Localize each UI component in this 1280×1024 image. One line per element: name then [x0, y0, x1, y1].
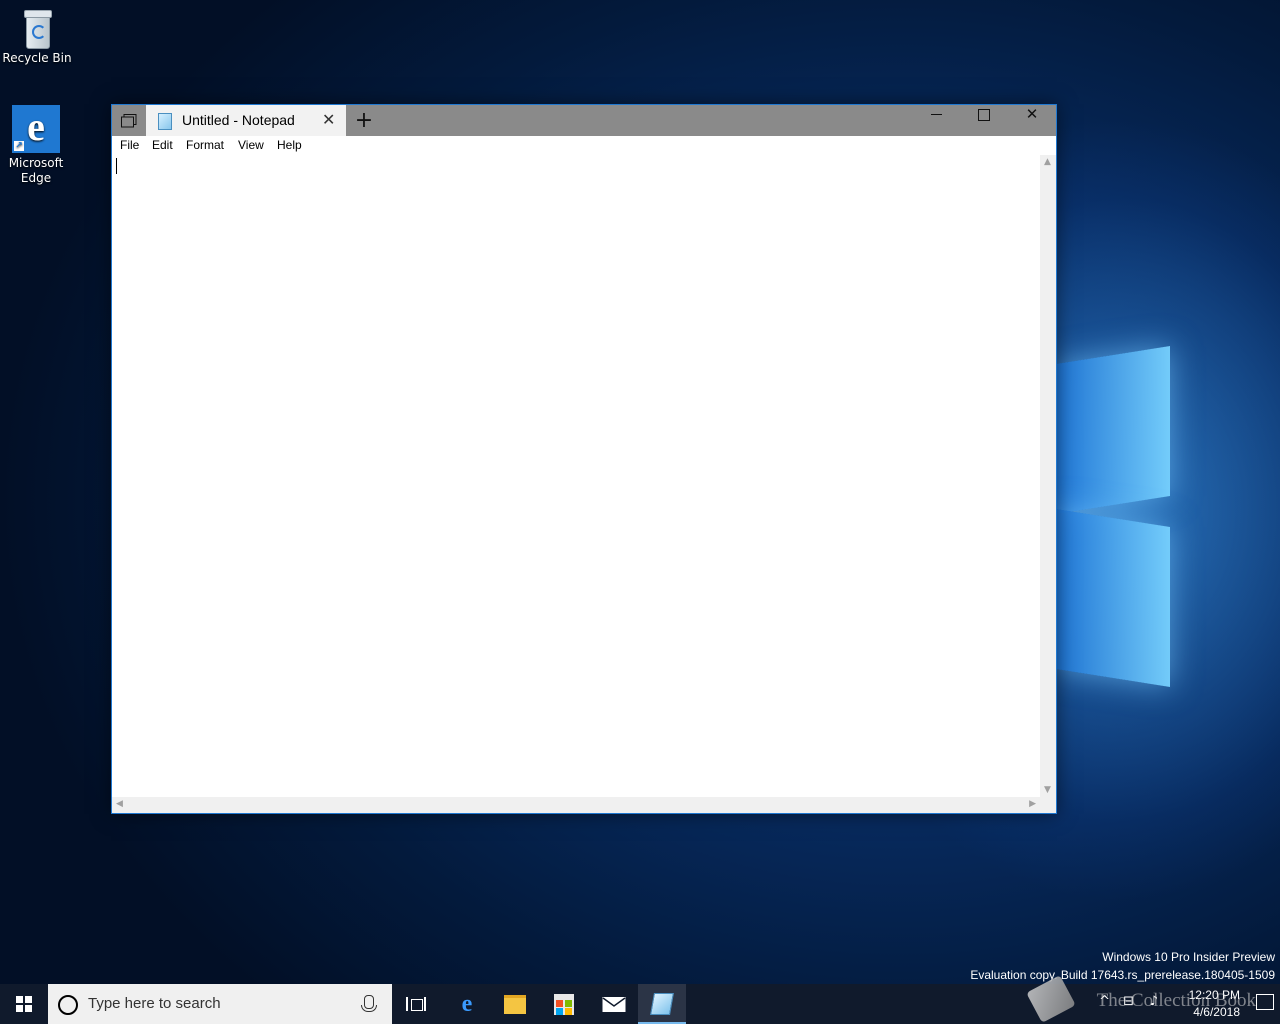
minimize-button[interactable]: [912, 105, 960, 136]
shortcut-arrow-icon: ↗: [14, 141, 24, 151]
menu-edit[interactable]: Edit: [152, 138, 173, 152]
horizontal-scrollbar[interactable]: ◀ ▶: [112, 797, 1040, 813]
menu-help[interactable]: Help: [277, 138, 302, 152]
scroll-left-icon[interactable]: ◀: [116, 799, 123, 809]
action-center-icon[interactable]: [1256, 994, 1274, 1010]
text-caret: [116, 158, 117, 174]
notepad-icon: [158, 113, 172, 130]
taskbar: Type here to search e ^ ⊟ ♪ 12:20 PM 4/6…: [0, 984, 1280, 1024]
maximize-button[interactable]: [960, 105, 1008, 136]
menu-bar: File Edit Format View Help: [112, 136, 1056, 155]
tab-title: Untitled - Notepad: [182, 112, 295, 128]
notepad-icon: [650, 993, 674, 1015]
file-explorer-icon: [504, 994, 526, 1014]
search-box[interactable]: Type here to search: [48, 984, 392, 1024]
close-icon: ✕: [1025, 105, 1039, 123]
cortana-icon: [58, 995, 78, 1015]
desktop-icon-label: Microsoft Edge: [8, 156, 64, 185]
mail-icon: [602, 997, 626, 1012]
windows-start-icon: [16, 996, 32, 1012]
new-tab-button[interactable]: +: [350, 107, 378, 134]
desktop-icon-label: Recycle Bin: [2, 51, 72, 65]
start-button[interactable]: [0, 984, 48, 1024]
tab-untitled-notepad[interactable]: Untitled - Notepad ✕: [146, 105, 346, 136]
tab-overview-button[interactable]: [112, 105, 146, 136]
menu-view[interactable]: View: [238, 138, 264, 152]
wallpaper-windows-logo: [1056, 300, 1186, 700]
taskbar-notepad-button[interactable]: [638, 984, 686, 1024]
taskbar-file-explorer-button[interactable]: [491, 984, 539, 1024]
taskbar-store-button[interactable]: [540, 984, 588, 1024]
desktop-icon-recycle-bin[interactable]: Recycle Bin: [1, 8, 73, 66]
microphone-icon[interactable]: [361, 995, 377, 1012]
taskbar-mail-button[interactable]: [590, 984, 638, 1024]
desktop-icon-microsoft-edge[interactable]: e ↗ Microsoft Edge: [0, 105, 72, 186]
scroll-down-icon[interactable]: ▼: [1044, 785, 1051, 795]
title-bar[interactable]: Untitled - Notepad ✕ + ✕: [112, 105, 1056, 136]
taskbar-edge-button[interactable]: e: [443, 984, 491, 1024]
logo-pane-bottom: [1056, 508, 1170, 688]
store-icon: [554, 993, 574, 1015]
vertical-scrollbar[interactable]: ▲ ▼: [1040, 155, 1056, 797]
logo-pane-top: [1056, 345, 1170, 515]
close-tab-icon[interactable]: ✕: [322, 110, 335, 129]
overlay-watermark-text: The Collection Book: [1096, 990, 1256, 1011]
menu-file[interactable]: File: [120, 138, 139, 152]
watermark-build: Evaluation copy. Build 17643.rs_prerelea…: [970, 968, 1275, 982]
watermark-edition: Windows 10 Pro Insider Preview: [1102, 950, 1275, 964]
scroll-right-icon[interactable]: ▶: [1029, 799, 1036, 809]
recycle-bin-icon: [22, 8, 52, 49]
edge-icon: e ↗: [12, 105, 60, 153]
task-view-button[interactable]: [392, 984, 440, 1024]
menu-format[interactable]: Format: [186, 138, 224, 152]
task-view-icon: [406, 997, 426, 1011]
scroll-up-icon[interactable]: ▲: [1044, 157, 1051, 167]
close-button[interactable]: ✕: [1008, 105, 1056, 136]
maximize-icon: [978, 108, 990, 121]
tab-overview-icon: [121, 113, 137, 127]
text-editor[interactable]: [112, 155, 1040, 797]
edge-icon: e: [461, 991, 473, 1017]
minimize-icon: [930, 114, 942, 115]
search-placeholder: Type here to search: [88, 995, 221, 1012]
resize-grip[interactable]: [1040, 797, 1056, 813]
notepad-window: Untitled - Notepad ✕ + ✕ File Edit Forma…: [111, 104, 1057, 814]
